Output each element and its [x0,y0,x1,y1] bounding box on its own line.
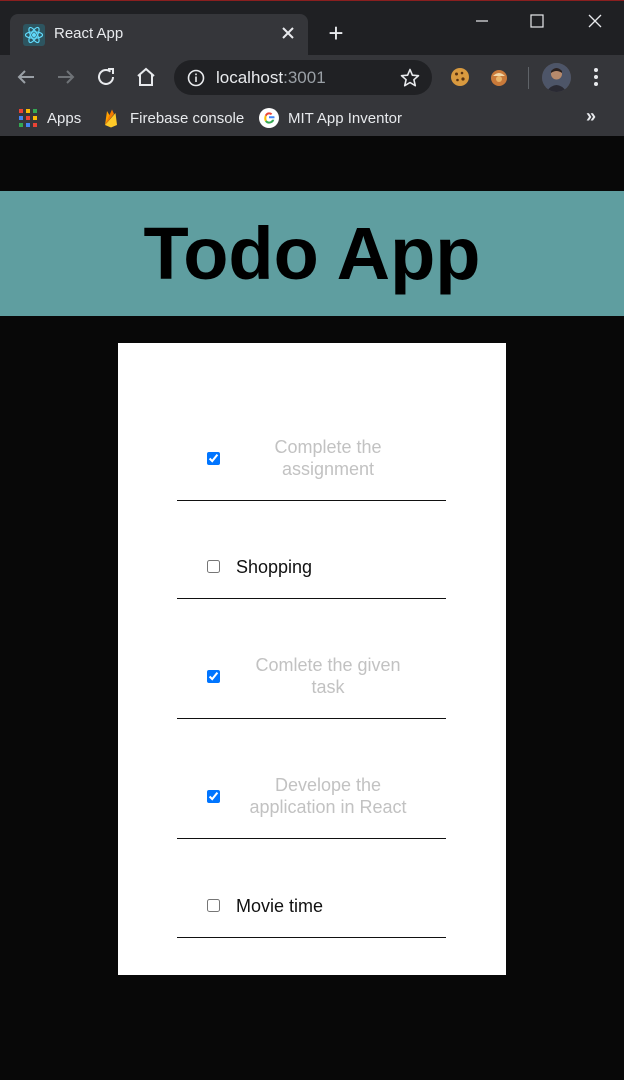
todo-checkbox[interactable] [207,452,220,465]
app-header: Todo App [0,191,624,316]
reload-icon[interactable] [94,65,118,89]
browser-window: React App + localhost:3001 Apps Firebase… [0,0,624,1080]
url-text: localhost:3001 [216,68,326,88]
extension-icon[interactable] [488,66,510,88]
todo-text: Movie time [236,896,324,916]
tab-strip: React App + [0,0,624,56]
address-bar[interactable]: localhost:3001 [174,60,432,95]
maximize-window-icon[interactable] [517,7,557,35]
more-menu-icon[interactable] [588,65,604,89]
home-icon[interactable] [134,65,158,89]
todo-text: Develope the application in React [249,775,407,817]
url-port: :3001 [283,68,326,87]
bookmark-firebase-console[interactable]: Firebase console [101,107,244,129]
todo-checkbox[interactable] [207,790,220,803]
back-arrow-icon[interactable] [14,65,38,89]
google-icon [259,108,279,128]
bookmark-star-icon[interactable] [399,67,421,89]
bookmark-apps[interactable]: Apps [18,107,81,129]
tab-react-app[interactable]: React App [10,14,308,56]
cookie-extension-icon[interactable] [449,66,471,88]
todo-list: Complete the assignment Shopping Comlete… [118,343,506,975]
react-logo-icon [23,24,45,46]
todo-checkbox[interactable] [207,899,220,912]
bookmark-label: Apps [47,109,82,127]
profile-avatar-icon [542,63,571,92]
todo-item: Shopping [177,501,446,599]
todo-item: Complete the assignment [177,425,446,501]
profile-avatar[interactable] [542,63,571,92]
bookmarks-overflow-button[interactable]: » [586,106,596,127]
bookmark-label: Firebase console [130,109,245,127]
apps-grid-icon [19,109,37,127]
info-icon[interactable] [187,69,205,87]
bookmark-mit-app-inventor[interactable]: MIT App Inventor [259,107,402,129]
toolbar-separator [528,67,529,89]
url-host: localhost [216,68,284,87]
bookmark-label: MIT App Inventor [288,109,402,127]
browser-toolbar: localhost:3001 [0,55,624,100]
todo-text: Comlete the given task [255,655,401,697]
bookmarks-bar: Apps Firebase console MIT App Inventor » [0,100,624,136]
todo-item: Comlete the given task [177,599,446,719]
todo-item: Movie time [177,839,446,938]
todo-item: Develope the application in React [177,719,446,839]
minimize-window-icon[interactable] [462,7,502,35]
page-viewport: Todo App Complete the assignment Shoppin… [0,141,624,1080]
todo-text: Shopping [236,557,313,577]
forward-arrow-icon[interactable] [54,65,78,89]
close-tab-icon[interactable] [278,23,298,43]
close-window-icon[interactable] [575,7,615,35]
todo-checkbox[interactable] [207,670,220,683]
tab-title: React App [54,25,124,42]
new-tab-button[interactable]: + [324,20,348,46]
firebase-icon [105,109,117,128]
todo-text: Complete the assignment [274,437,382,479]
app-title: Todo App [143,212,481,295]
todo-checkbox[interactable] [207,560,220,573]
